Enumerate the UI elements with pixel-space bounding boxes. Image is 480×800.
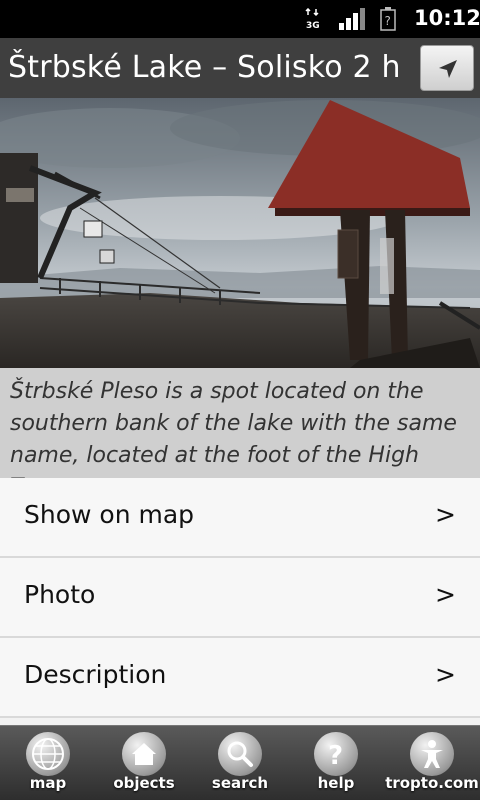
page-title: Štrbské Lake – Solisko 2 h	[8, 50, 401, 85]
person-icon	[410, 732, 454, 776]
tab-tropto[interactable]: tropto.com	[384, 726, 480, 800]
action-list: Show on map > Photo > Description >	[0, 478, 480, 718]
tab-objects[interactable]: objects	[96, 726, 192, 800]
tab-help[interactable]: ? help	[288, 726, 384, 800]
tab-label: tropto.com	[385, 774, 479, 792]
description-item[interactable]: Description >	[0, 638, 480, 718]
menu-item-label: Photo	[24, 580, 96, 609]
house-icon	[122, 732, 166, 776]
bottom-tab-bar: map objects search ? help tropto.com	[0, 725, 480, 800]
tab-search[interactable]: search	[192, 726, 288, 800]
menu-item-label: Description	[24, 660, 167, 689]
navigation-arrow-icon	[439, 60, 457, 78]
svg-text:3G: 3G	[306, 21, 320, 30]
signal-strength-icon	[339, 8, 365, 30]
tab-label: map	[29, 774, 67, 792]
location-photo[interactable]	[0, 98, 480, 368]
chevron-right-icon: >	[435, 580, 456, 609]
chevron-right-icon: >	[435, 660, 456, 689]
battery-icon: ?	[380, 7, 396, 31]
network-3g-icon: 3G	[305, 8, 320, 30]
show-on-map-item[interactable]: Show on map >	[0, 478, 480, 558]
status-bar: 3G ? 10:12	[0, 0, 480, 38]
cable-car-and-wooden-shelter-photo	[0, 98, 480, 368]
menu-item-label: Show on map	[24, 500, 195, 529]
tab-label: search	[211, 774, 269, 792]
globe-icon	[26, 732, 70, 776]
svg-text:?: ?	[328, 741, 343, 771]
title-bar: Štrbské Lake – Solisko 2 h	[0, 38, 480, 98]
magnifier-icon	[218, 732, 262, 776]
chevron-right-icon: >	[435, 500, 456, 529]
tab-label: help	[317, 774, 355, 792]
question-icon: ?	[314, 732, 358, 776]
navigate-button[interactable]	[420, 45, 474, 91]
tab-map[interactable]: map	[0, 726, 96, 800]
photo-item[interactable]: Photo >	[0, 558, 480, 638]
clock: 10:12	[414, 6, 480, 30]
svg-text:?: ?	[385, 14, 391, 28]
tab-label: objects	[113, 774, 175, 792]
description-panel: Štrbské Pleso is a spot located on the s…	[0, 368, 480, 500]
